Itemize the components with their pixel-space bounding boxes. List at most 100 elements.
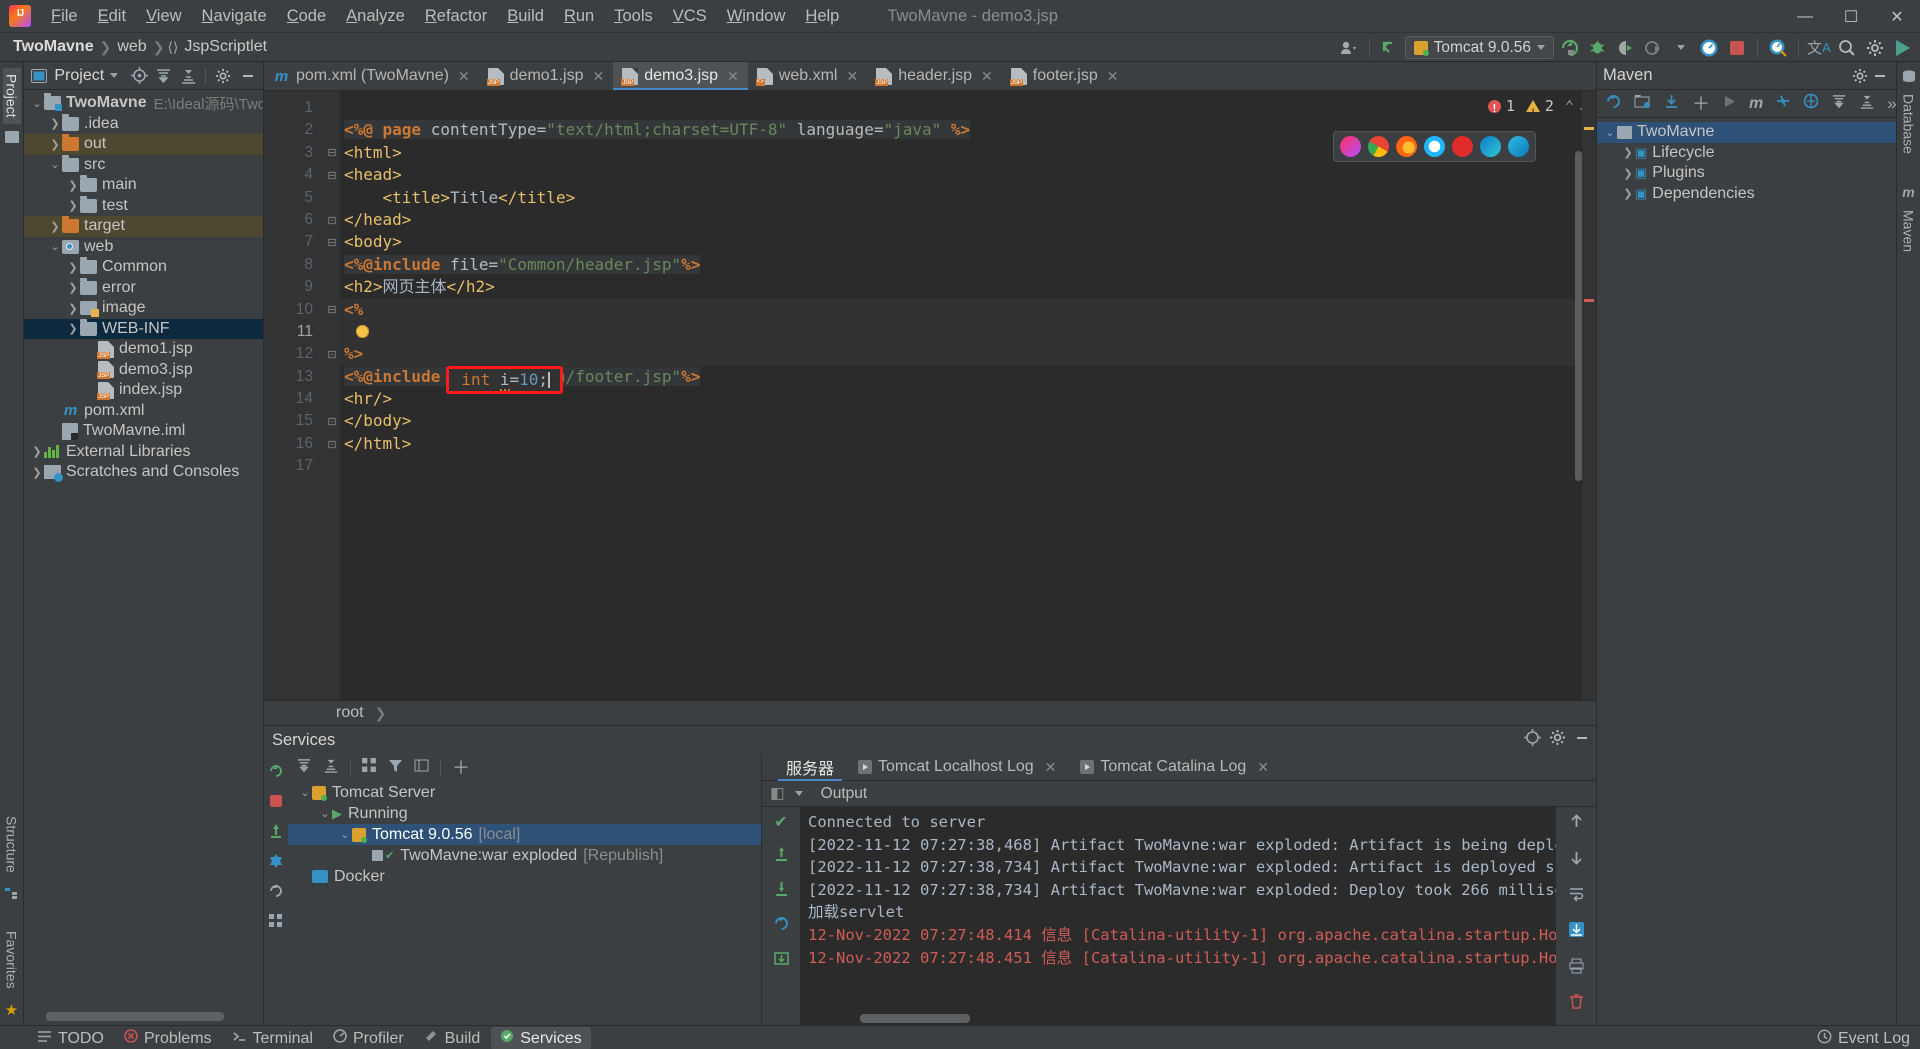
- services-tree-toolbar[interactable]: ＋: [288, 754, 761, 782]
- close-icon[interactable]: ✕: [458, 68, 470, 85]
- console-tab-tomcat-catalina-log[interactable]: Tomcat Catalina Log ✕: [1068, 754, 1281, 781]
- maximize-button[interactable]: ☐: [1828, 0, 1874, 33]
- menu-code[interactable]: Code: [277, 4, 336, 29]
- debug-button[interactable]: [1584, 36, 1610, 60]
- sidebar-item-maven[interactable]: Maven: [1900, 204, 1918, 258]
- fold-marker[interactable]: ⊡: [324, 343, 340, 365]
- settings-blue-icon[interactable]: [267, 852, 285, 870]
- tree-node-target[interactable]: ❯ target: [24, 216, 263, 237]
- tree-node-demo3.jsp[interactable]: demo3.jsp: [24, 360, 263, 381]
- maven-tree[interactable]: ⌄ TwoMavne ❯ ▣ Lifecycle ❯ ▣ Plugins ❯ ▣ Dependenc…: [1597, 118, 1896, 204]
- sidebar-item-structure[interactable]: Structure: [3, 810, 21, 879]
- attach-profiler-icon[interactable]: [1696, 36, 1722, 60]
- tree-node-out[interactable]: ❯ out: [24, 134, 263, 155]
- tree-node-demo1.jsp[interactable]: demo1.jsp: [24, 339, 263, 360]
- main-toolbar[interactable]: Tomcat 9.0.56 文A: [1336, 33, 1916, 62]
- print-icon[interactable]: [1568, 957, 1585, 979]
- chevron-right-icon[interactable]: ❯: [66, 199, 80, 212]
- event-log-area[interactable]: Event Log: [1817, 1029, 1910, 1049]
- sidebar-item-favorites[interactable]: Favorites: [3, 925, 21, 995]
- stop-button[interactable]: [1724, 36, 1750, 60]
- toggle-offline-icon[interactable]: [1803, 93, 1819, 114]
- close-icon[interactable]: ✕: [1257, 759, 1269, 776]
- expand-all-icon[interactable]: [155, 66, 173, 86]
- run-maven-build-icon[interactable]: [1722, 94, 1737, 114]
- editor-tab-demo3-jsp[interactable]: demo3.jsp ✕: [613, 62, 748, 90]
- menu-bar[interactable]: File Edit View Navigate Code Analyze Refactor B…: [41, 4, 849, 29]
- tree-node-common[interactable]: ❯ Common: [24, 257, 263, 278]
- editor-tab-pom-xml[interactable]: m pom.xml (TwoMavne) ✕: [264, 62, 479, 90]
- chevron-right-icon[interactable]: ❯: [1621, 146, 1635, 159]
- scroll-to-end-icon[interactable]: [1568, 921, 1585, 943]
- maven-toolbar[interactable]: ＋ m »: [1597, 90, 1897, 118]
- gear-icon[interactable]: [1549, 729, 1566, 751]
- console-horizontal-scrollbar[interactable]: [860, 1014, 970, 1023]
- maven-m-icon[interactable]: m: [1749, 95, 1763, 113]
- project-horizontal-scrollbar[interactable]: [46, 1012, 255, 1021]
- chrome-icon[interactable]: [1368, 136, 1389, 157]
- chevron-down-icon[interactable]: ⌄: [48, 158, 62, 171]
- close-icon[interactable]: ✕: [981, 68, 993, 85]
- hide-panel-icon[interactable]: [239, 66, 257, 86]
- tree-node-web-inf[interactable]: ❯ WEB-INF: [24, 318, 263, 339]
- editor-vertical-scrollbar[interactable]: [1575, 151, 1582, 481]
- editor-tab-header-jsp[interactable]: header.jsp ✕: [867, 62, 1002, 90]
- fold-marker[interactable]: ⊟: [324, 164, 340, 186]
- search-everywhere-dashboard-icon[interactable]: [1765, 36, 1791, 60]
- code-line-current[interactable]: int i=10;: [340, 320, 1596, 395]
- generate-sources-icon[interactable]: [1634, 93, 1651, 115]
- translate-icon[interactable]: 文A: [1806, 36, 1832, 60]
- chevron-right-icon[interactable]: ❯: [30, 466, 44, 479]
- scroll-down-icon[interactable]: [1568, 849, 1585, 871]
- event-log-label[interactable]: Event Log: [1838, 1030, 1910, 1048]
- bottom-tab-problems[interactable]: Problems: [115, 1027, 221, 1049]
- select-opened-file-icon[interactable]: [130, 66, 148, 86]
- hide-panel-icon[interactable]: [1870, 66, 1890, 86]
- error-stripe-markers[interactable]: [1582, 91, 1596, 700]
- chevron-right-icon[interactable]: ❯: [48, 220, 62, 233]
- tree-node-twomavne[interactable]: ⌄ TwoMavne E:\Ideal源码\TwoMav: [24, 93, 263, 114]
- console-left-gutter[interactable]: ✔: [762, 807, 800, 1025]
- chevron-down-icon[interactable]: ⌄: [1603, 126, 1617, 139]
- gear-icon[interactable]: [214, 66, 232, 86]
- maven-node-twomavne[interactable]: ⌄ TwoMavne: [1597, 122, 1896, 143]
- services-node-twomavne-war-exploded[interactable]: ✔ TwoMavne:war exploded [Republish]: [288, 845, 761, 866]
- editor-breadcrumb-bar[interactable]: root ❯: [264, 700, 1596, 725]
- maven-node-lifecycle[interactable]: ❯ ▣ Lifecycle: [1597, 143, 1896, 164]
- chevron-down-icon[interactable]: ⌄: [48, 240, 62, 253]
- fold-marker[interactable]: ⊟: [324, 142, 340, 164]
- group-icon[interactable]: [362, 758, 377, 778]
- console-right-toolbar[interactable]: [1556, 807, 1596, 1025]
- close-icon[interactable]: ✕: [846, 68, 858, 85]
- expand-icon[interactable]: [296, 758, 312, 778]
- close-icon[interactable]: ✕: [1045, 759, 1057, 776]
- services-tree[interactable]: ⌄ Tomcat Server ⌄ ▶ Running ⌄ Tomcat 9.0.56 [lo…: [288, 782, 761, 887]
- chevron-down-icon[interactable]: ⌄: [338, 828, 352, 841]
- menu-edit[interactable]: Edit: [88, 4, 136, 29]
- profile-button[interactable]: [1640, 36, 1666, 60]
- console-tab-服务器[interactable]: 服务器: [774, 754, 846, 781]
- expand-all-icon[interactable]: [1831, 94, 1847, 114]
- scroll-up-icon[interactable]: [1568, 813, 1585, 835]
- more-run-options-icon[interactable]: [1668, 36, 1694, 60]
- tree-node-pom.xml[interactable]: m pom.xml: [24, 401, 263, 422]
- safari-icon[interactable]: [1424, 136, 1445, 157]
- fold-marker[interactable]: ⊡: [324, 209, 340, 231]
- opera-icon[interactable]: [1452, 136, 1473, 157]
- breadcrumb-item[interactable]: TwoMavne: [10, 37, 97, 57]
- chevron-right-icon[interactable]: ❯: [48, 117, 62, 130]
- export-icon[interactable]: [773, 950, 790, 972]
- project-tree[interactable]: ⌄ TwoMavne E:\Ideal源码\TwoMav ❯ .idea ❯ out ⌄ src…: [24, 90, 263, 1010]
- close-button[interactable]: ✕: [1874, 0, 1920, 33]
- ij-preview-icon[interactable]: [1340, 136, 1361, 157]
- services-node-running[interactable]: ⌄ ▶ Running: [288, 803, 761, 824]
- chevron-right-icon[interactable]: ❯: [30, 445, 44, 458]
- chevron-right-icon[interactable]: ❯: [1621, 187, 1635, 200]
- fold-marker[interactable]: ⊟: [324, 231, 340, 253]
- chevron-right-icon[interactable]: ❯: [1621, 167, 1635, 180]
- download-sources-icon[interactable]: [1663, 93, 1680, 115]
- run-with-coverage-button[interactable]: [1612, 36, 1638, 60]
- sidebar-item-project[interactable]: Project: [2, 68, 21, 124]
- collapse-all-icon[interactable]: [179, 66, 197, 86]
- add-maven-project-icon[interactable]: ＋: [1692, 95, 1710, 113]
